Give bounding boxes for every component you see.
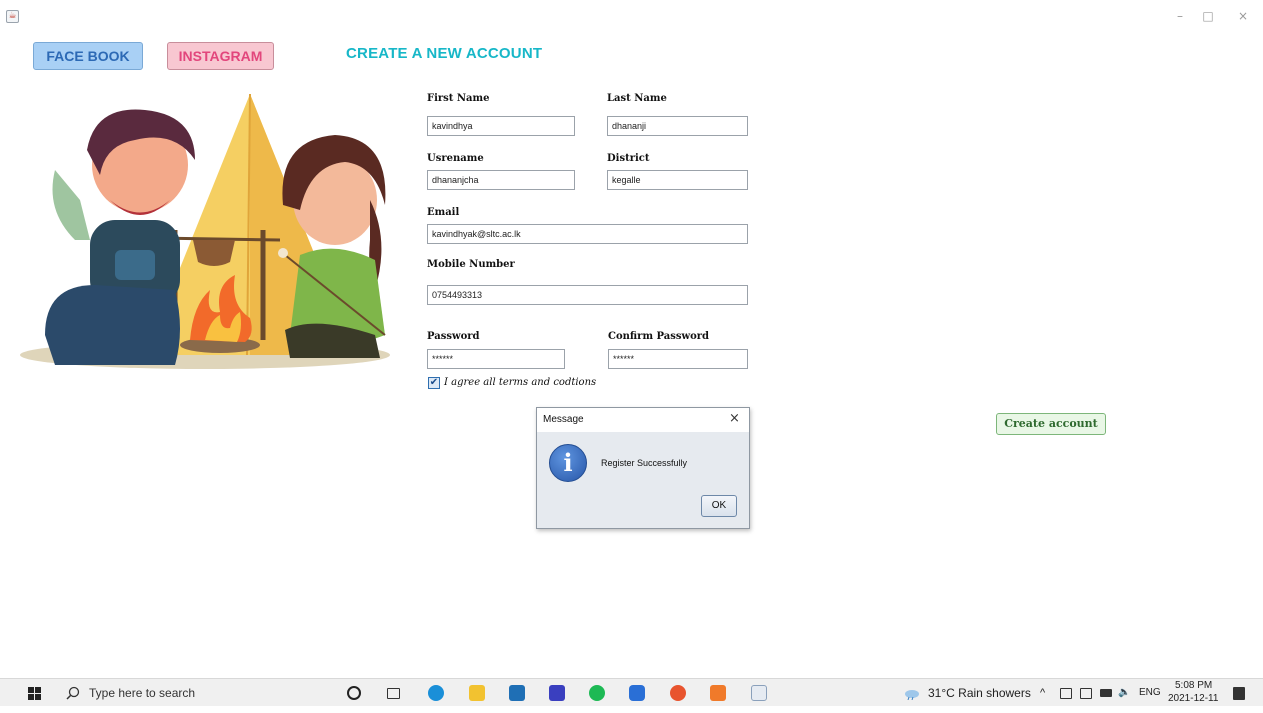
dialog-titlebar: Message ×: [537, 408, 749, 432]
chrome-icon[interactable]: [670, 685, 686, 701]
spotify-icon[interactable]: [589, 685, 605, 701]
close-window-button[interactable]: ×: [1228, 6, 1258, 26]
district-field[interactable]: kegalle: [607, 170, 748, 190]
ok-button[interactable]: OK: [701, 495, 737, 517]
edge-icon[interactable]: [428, 685, 444, 701]
notification-icon[interactable]: [1233, 687, 1245, 700]
search-icon: [66, 686, 80, 700]
cortana-icon[interactable]: [347, 686, 361, 700]
language-indicator[interactable]: ENG: [1139, 679, 1161, 707]
app-window: ☕ – □ × FACE BOOK INSTAGRAM CREATE A NEW…: [0, 0, 1263, 678]
java-app-icon: ☕: [6, 10, 19, 23]
tray-icon[interactable]: [1060, 688, 1072, 699]
java-taskbar-icon[interactable]: [751, 685, 767, 701]
dialog-close-icon[interactable]: ×: [729, 411, 740, 426]
username-label: Usrename: [427, 153, 484, 164]
clock-date[interactable]: 2021-12-11: [1168, 685, 1218, 713]
battery-icon[interactable]: [1100, 689, 1112, 697]
message-dialog: Message × i Register Successfully OK: [536, 407, 750, 529]
first-name-field[interactable]: kavindhya: [427, 116, 575, 136]
taskbar: Type here to search 31°C Rain showers ^ …: [0, 678, 1263, 706]
weather-icon: [905, 690, 919, 700]
volume-icon[interactable]: 🔈: [1118, 679, 1130, 707]
minimize-button[interactable]: –: [1165, 6, 1195, 26]
info-icon: i: [549, 444, 587, 482]
visual-studio-icon[interactable]: [549, 685, 565, 701]
instagram-button[interactable]: INSTAGRAM: [167, 42, 274, 70]
email-label: Email: [427, 207, 460, 218]
password-field[interactable]: ******: [427, 349, 565, 369]
terms-checkbox[interactable]: ✔: [428, 377, 440, 389]
weather-text[interactable]: 31°C Rain showers: [928, 679, 1031, 707]
store-icon[interactable]: [509, 685, 525, 701]
dialog-title: Message: [543, 414, 584, 425]
terms-label: I agree all terms and codtions: [444, 377, 597, 388]
page-title: CREATE A NEW ACCOUNT: [346, 45, 543, 62]
windows-start-icon[interactable]: [28, 687, 41, 700]
xampp-icon[interactable]: [710, 685, 726, 701]
password-label: Password: [427, 331, 480, 342]
dialog-message: Register Successfully: [601, 458, 688, 468]
mobile-label: Mobile Number: [427, 259, 515, 270]
confirm-password-field[interactable]: ******: [608, 349, 748, 369]
facebook-button[interactable]: FACE BOOK: [33, 42, 143, 70]
email-field[interactable]: kavindhyak@sltc.ac.lk: [427, 224, 748, 244]
create-account-button[interactable]: Create account: [996, 413, 1106, 435]
meet-icon[interactable]: [1080, 688, 1092, 699]
file-explorer-icon[interactable]: [469, 685, 485, 701]
district-label: District: [607, 153, 650, 164]
confirm-password-label: Confirm Password: [608, 331, 710, 342]
last-name-label: Last Name: [607, 93, 667, 104]
campfire-illustration: [20, 93, 390, 369]
maximize-button[interactable]: □: [1193, 6, 1223, 26]
task-view-icon[interactable]: [387, 688, 400, 699]
username-field[interactable]: dhananjcha: [427, 170, 575, 190]
last-name-field[interactable]: dhananji: [607, 116, 748, 136]
chevron-up-icon[interactable]: ^: [1040, 679, 1045, 707]
taskbar-search-box[interactable]: Type here to search: [89, 679, 195, 707]
app-icon[interactable]: [629, 685, 645, 701]
mobile-field[interactable]: 0754493313: [427, 285, 748, 305]
first-name-label: First Name: [427, 93, 490, 104]
